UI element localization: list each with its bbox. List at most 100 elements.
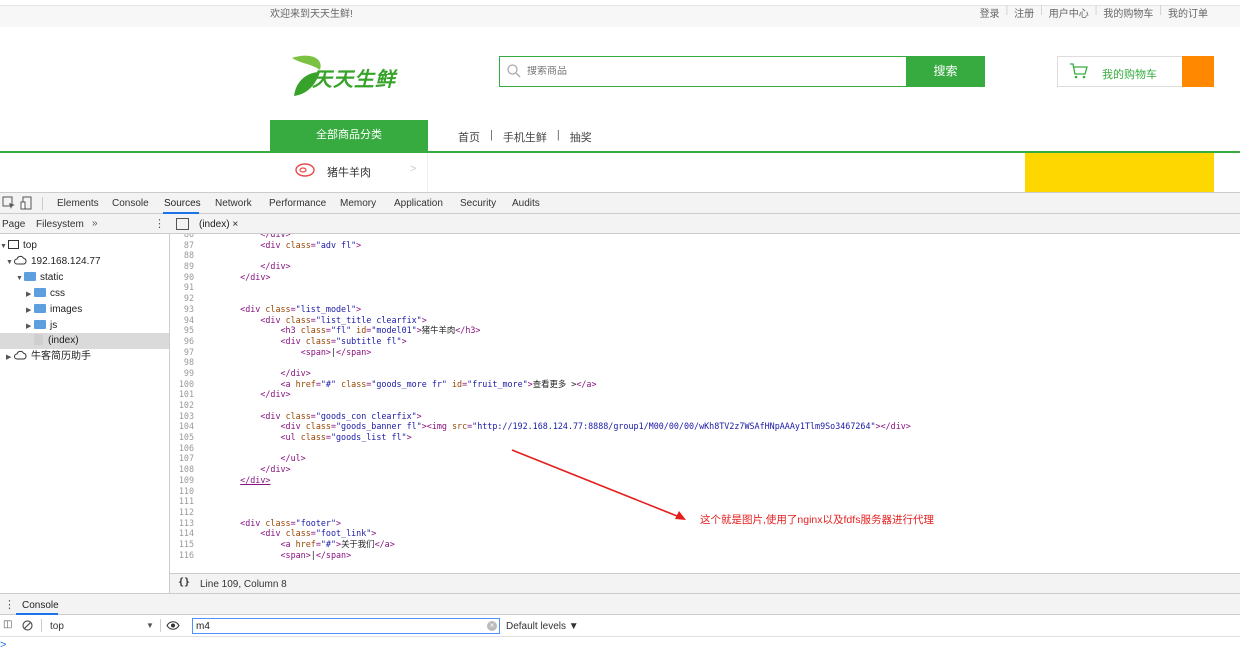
tab-network[interactable]: Network [215,198,252,209]
promo-banner[interactable] [1025,153,1214,192]
all-categories-button[interactable]: 全部商品分类 [270,120,428,151]
annotation-arrow-icon [511,449,686,520]
meat-icon [295,163,315,177]
tab-performance[interactable]: Performance [269,198,326,209]
tab-page[interactable]: Page [2,219,25,230]
close-icon[interactable]: × [232,219,238,230]
line-number-gutter: 86 87 88 89 90 91 92 93 94 95 96 97 98 99 100 101 102 103… [170,234,194,560]
line-number[interactable]: 109 [170,475,194,486]
line-number[interactable]: 102 [170,400,194,411]
eye-icon[interactable] [166,620,180,631]
tab-console[interactable]: Console [112,198,149,209]
drawer-tab-console[interactable]: Console [22,600,59,611]
toggle-navigator-icon[interactable] [176,218,189,230]
chevron-right-icon[interactable]: ▶ [26,287,34,303]
line-number[interactable]: 95 [170,325,194,336]
chevron-down-icon[interactable]: ▼ [6,255,14,271]
line-number[interactable]: 110 [170,486,194,497]
line-number[interactable]: 87 [170,240,194,251]
console-filter-input[interactable] [192,618,500,634]
chevron-down-icon[interactable]: ▼ [16,271,24,287]
line-number[interactable]: 103 [170,411,194,422]
nav-lottery-link[interactable]: 抽奖 [566,129,596,145]
console-prompt[interactable]: > [0,639,6,651]
more-tabs-icon[interactable]: » [92,218,98,229]
tab-sources[interactable]: Sources [164,198,201,209]
line-number[interactable]: 105 [170,432,194,443]
editor-status-bar: {} Line 109, Column 8 [170,573,1240,593]
cart-count-badge [1182,56,1214,87]
tree-item-css[interactable]: ▶ css [26,286,65,302]
chevron-down-icon[interactable]: ▼ [146,621,154,630]
tab-elements[interactable]: Elements [57,198,99,209]
pretty-print-icon[interactable]: {} [178,577,190,588]
login-link[interactable]: 登录 [974,5,1006,20]
search-input[interactable] [527,66,887,77]
line-number[interactable]: 115 [170,539,194,550]
folder-icon [34,320,46,329]
console-toolbar: ◫ top ▼ × Default levels ▼ [0,615,1240,637]
tree-item-images[interactable]: ▶ images [26,302,82,318]
chevron-down-icon[interactable]: ▼ [0,239,8,255]
line-number[interactable]: 94 [170,315,194,326]
line-number[interactable]: 104 [170,421,194,432]
context-selector[interactable]: top [50,621,64,632]
line-number[interactable]: 89 [170,261,194,272]
line-number[interactable]: 114 [170,528,194,539]
clear-filter-icon[interactable]: × [487,621,497,631]
search-button[interactable]: 搜索 [906,56,985,87]
website-viewport: 欢迎来到天天生鲜! 登录 | 注册 | 用户中心 | 我的购物车 | 我的订单 天天生鲜… [0,0,1240,192]
editor-tab-index[interactable]: (index) × [199,219,238,230]
kebab-menu-icon[interactable]: ⋮ [4,598,15,611]
nav-fresh-link[interactable]: 手机生鲜 [499,129,551,145]
line-number[interactable]: 108 [170,464,194,475]
line-number[interactable]: 100 [170,379,194,390]
tab-security[interactable]: Security [460,198,496,209]
inspect-element-icon[interactable] [2,196,16,210]
tree-item-host[interactable]: ▼ 192.168.124.77 [6,254,101,270]
clear-console-icon[interactable] [22,620,33,631]
annotation-text: 这个就是图片,使用了nginx以及fdfs服务器进行代理 [700,514,934,526]
log-levels-dropdown[interactable]: Default levels ▼ [506,621,579,632]
kebab-menu-icon[interactable]: ⋮ [154,217,165,230]
tree-item-index[interactable]: (index) [0,333,169,349]
line-number[interactable]: 113 [170,518,194,529]
line-number[interactable]: 112 [170,507,194,518]
tab-application[interactable]: Application [394,198,443,209]
cart-label[interactable]: 我的购物车 [1102,66,1157,82]
line-number[interactable]: 92 [170,293,194,304]
nav-home-link[interactable]: 首页 [454,129,484,145]
line-number[interactable]: 97 [170,347,194,358]
line-number[interactable]: 91 [170,282,194,293]
line-number[interactable]: 107 [170,453,194,464]
line-number[interactable]: 98 [170,357,194,368]
line-number[interactable]: 101 [170,389,194,400]
line-number[interactable]: 116 [170,550,194,561]
register-link[interactable]: 注册 [1008,5,1040,20]
tree-item-static[interactable]: ▼ static [16,270,63,286]
line-number[interactable]: 106 [170,443,194,454]
tree-item-helper[interactable]: ▶ 牛客简历助手 [6,349,91,365]
line-number[interactable]: 88 [170,250,194,261]
tab-memory[interactable]: Memory [340,198,376,209]
cloud-icon [14,350,27,360]
chevron-right-icon[interactable]: ▶ [6,350,14,366]
line-number[interactable]: 93 [170,304,194,315]
console-drawer-header: ⋮ Console [0,593,1240,615]
chevron-right-icon[interactable]: ▶ [26,303,34,319]
category-item-meat[interactable]: 猪牛羊肉 [327,164,371,180]
line-number[interactable]: 111 [170,496,194,507]
tree-item-js[interactable]: ▶ js [26,318,57,334]
show-sidebar-icon[interactable]: ◫ [3,619,12,630]
line-number[interactable]: 96 [170,336,194,347]
my-cart-link[interactable]: 我的购物车 [1097,5,1159,20]
line-number[interactable]: 90 [170,272,194,283]
my-orders-link[interactable]: 我的订单 [1162,5,1214,20]
tab-audits[interactable]: Audits [512,198,540,209]
user-center-link[interactable]: 用户中心 [1043,5,1095,20]
tab-filesystem[interactable]: Filesystem [36,219,84,230]
logo-text[interactable]: 天天生鲜 [312,63,396,92]
tree-item-top[interactable]: ▼ top [0,238,37,254]
line-number[interactable]: 99 [170,368,194,379]
device-toolbar-icon[interactable] [20,196,34,210]
